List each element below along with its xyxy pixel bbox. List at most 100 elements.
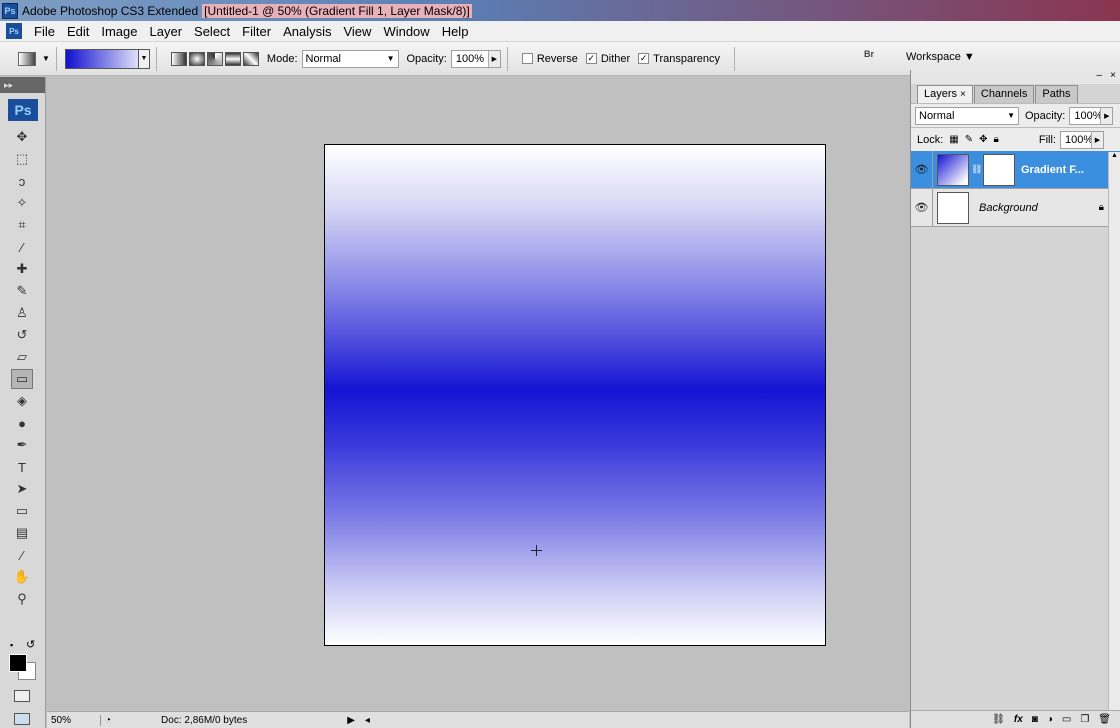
status-menu-arrow-icon[interactable]: ▶ [347, 715, 355, 726]
lock-all-icon[interactable]: 🔒︎ [994, 134, 999, 145]
eyedropper-tool-icon[interactable]: ⁄ [11, 545, 33, 565]
slider-arrow-icon[interactable]: ▶ [1100, 107, 1113, 124]
layer-row[interactable]: 👁︎ ⛓ Gradient F... [911, 150, 1120, 189]
opacity-field[interactable]: 100% ▶ [450, 49, 501, 68]
layer-thumbnail[interactable] [937, 191, 969, 224]
bridge-icon[interactable]: Br [864, 49, 886, 67]
panel-grip[interactable]: ▸▸ [0, 77, 45, 93]
blend-row: Normal ▼ Opacity: 100% ▶ [911, 103, 1120, 127]
foreground-color-swatch[interactable] [9, 654, 27, 672]
zoom-tool-icon[interactable]: ⚲ [11, 589, 33, 609]
lasso-tool-icon[interactable]: ↄ [11, 171, 33, 191]
eye-icon[interactable]: 👁︎ [911, 188, 933, 227]
fill-field[interactable]: 100% ▶ [1059, 130, 1104, 149]
reverse-checkbox[interactable] [521, 53, 533, 64]
hand-tool-icon[interactable]: ✋ [11, 567, 33, 587]
menu-window[interactable]: Window [377, 24, 435, 39]
notes-tool-icon[interactable]: ▤ [11, 523, 33, 543]
path-selection-tool-icon[interactable]: ➤ [11, 479, 33, 499]
lock-pixels-icon[interactable]: ✎ [965, 134, 973, 145]
menu-file[interactable]: File [28, 24, 61, 39]
crop-tool-icon[interactable]: ⌗ [11, 215, 33, 235]
menu-help[interactable]: Help [436, 24, 475, 39]
tab-layers[interactable]: Layers × [917, 85, 973, 103]
gradient-picker[interactable]: ▼ [64, 48, 150, 69]
transparency-checkbox[interactable]: ✓ [638, 53, 650, 64]
menu-bar: Ps File Edit Image Layer Select Filter A… [0, 21, 1120, 42]
tab-paths[interactable]: Paths [1035, 85, 1078, 103]
angle-gradient-icon[interactable] [206, 51, 223, 66]
zoom-level[interactable]: 50% [51, 714, 101, 726]
gradient-tool-icon[interactable]: ▭ [11, 369, 33, 389]
brush-tool-icon[interactable]: ✎ [11, 281, 33, 301]
new-group-icon[interactable]: ▭ [1062, 714, 1071, 725]
healing-brush-tool-icon[interactable]: ✚ [11, 259, 33, 279]
pen-tool-icon[interactable]: ✒ [11, 435, 33, 455]
close-icon[interactable]: × [1110, 70, 1116, 81]
lock-position-icon[interactable]: ✥ [979, 134, 987, 145]
lock-transparency-icon[interactable]: ▦ [949, 134, 958, 145]
layers-panel: – × Layers × Channels Paths Normal ▼ Opac… [910, 70, 1120, 728]
menu-select[interactable]: Select [188, 24, 236, 39]
panel-scrollbar[interactable]: ▲ [1108, 152, 1120, 712]
magic-wand-tool-icon[interactable]: ✧ [11, 193, 33, 213]
reflected-gradient-icon[interactable] [224, 51, 241, 66]
layer-blend-select[interactable]: Normal ▼ [915, 106, 1019, 125]
menu-filter[interactable]: Filter [236, 24, 277, 39]
eye-icon[interactable]: 👁︎ [911, 150, 933, 189]
menu-image[interactable]: Image [95, 24, 143, 39]
workspace-label: Workspace [906, 51, 961, 63]
document-canvas[interactable] [324, 144, 826, 646]
history-brush-tool-icon[interactable]: ↺ [11, 325, 33, 345]
mode-select[interactable]: Normal ▼ [301, 49, 399, 68]
clone-stamp-tool-icon[interactable]: ♙ [11, 303, 33, 323]
layer-blend-value: Normal [919, 109, 955, 122]
lock-label: Lock: [917, 133, 944, 146]
layer-opacity-value: 100% [1074, 109, 1103, 122]
type-tool-icon[interactable]: T [11, 457, 33, 477]
tool-preset-picker-icon[interactable] [18, 51, 36, 66]
layer-opacity-field[interactable]: 100% ▶ [1069, 106, 1114, 125]
status-info-icon[interactable]: ◔ [105, 715, 111, 726]
slider-arrow-icon[interactable]: ▶ [1090, 131, 1103, 148]
fx-icon[interactable]: fx [1014, 714, 1023, 725]
title-bar: Ps Adobe Photoshop CS3 Extended [Untitle… [0, 0, 1120, 21]
layer-row[interactable]: 👁︎ Background 🔒︎ [911, 188, 1120, 227]
shape-tool-icon[interactable]: ▭ [11, 501, 33, 521]
dodge-tool-icon[interactable]: ● [11, 413, 33, 433]
linear-gradient-icon[interactable] [170, 51, 187, 66]
trash-icon[interactable]: 🗑︎ [1098, 714, 1111, 725]
new-layer-icon[interactable]: ❐ [1080, 714, 1089, 725]
slice-tool-icon[interactable]: ⁄ [11, 237, 33, 257]
quick-mask-icon[interactable] [14, 690, 30, 702]
link-layers-icon[interactable]: ⛓ [992, 714, 1005, 725]
move-tool-icon[interactable]: ✥ [11, 127, 33, 147]
menu-view[interactable]: View [337, 24, 377, 39]
add-mask-icon[interactable]: ◙ [1032, 714, 1038, 725]
swap-colors-icon[interactable]: ↺ [26, 638, 35, 651]
menu-layer[interactable]: Layer [144, 24, 189, 39]
blur-tool-icon[interactable]: ◈ [11, 391, 33, 411]
slider-arrow-icon[interactable]: ▶ [487, 50, 500, 67]
marquee-tool-icon[interactable]: ⬚ [11, 149, 33, 169]
minimize-icon[interactable]: – [1096, 70, 1102, 81]
default-colors-icon[interactable]: ▪ [10, 640, 13, 650]
gradient-dropdown-icon[interactable]: ▼ [137, 48, 150, 69]
diamond-gradient-icon[interactable] [242, 51, 259, 66]
adjustment-layer-icon[interactable]: ◑ [1047, 714, 1053, 725]
close-tab-icon[interactable]: × [960, 89, 966, 100]
link-icon[interactable]: ⛓ [971, 164, 982, 175]
menu-analysis[interactable]: Analysis [277, 24, 337, 39]
dither-checkbox[interactable]: ✓ [585, 53, 597, 64]
ps-menu-icon[interactable]: Ps [6, 23, 22, 39]
menu-edit[interactable]: Edit [61, 24, 95, 39]
radial-gradient-icon[interactable] [188, 51, 205, 66]
scroll-left-icon[interactable]: ◂ [365, 715, 370, 726]
tab-channels[interactable]: Channels [973, 85, 1035, 103]
screen-mode-icon[interactable] [14, 713, 30, 725]
workspace-button[interactable]: Workspace ▼ [906, 51, 975, 63]
layer-mask-thumbnail[interactable] [983, 153, 1015, 186]
tool-preset-caret-icon[interactable]: ▼ [42, 54, 50, 63]
eraser-tool-icon[interactable]: ▱ [11, 347, 33, 367]
layer-thumbnail[interactable] [937, 153, 969, 186]
